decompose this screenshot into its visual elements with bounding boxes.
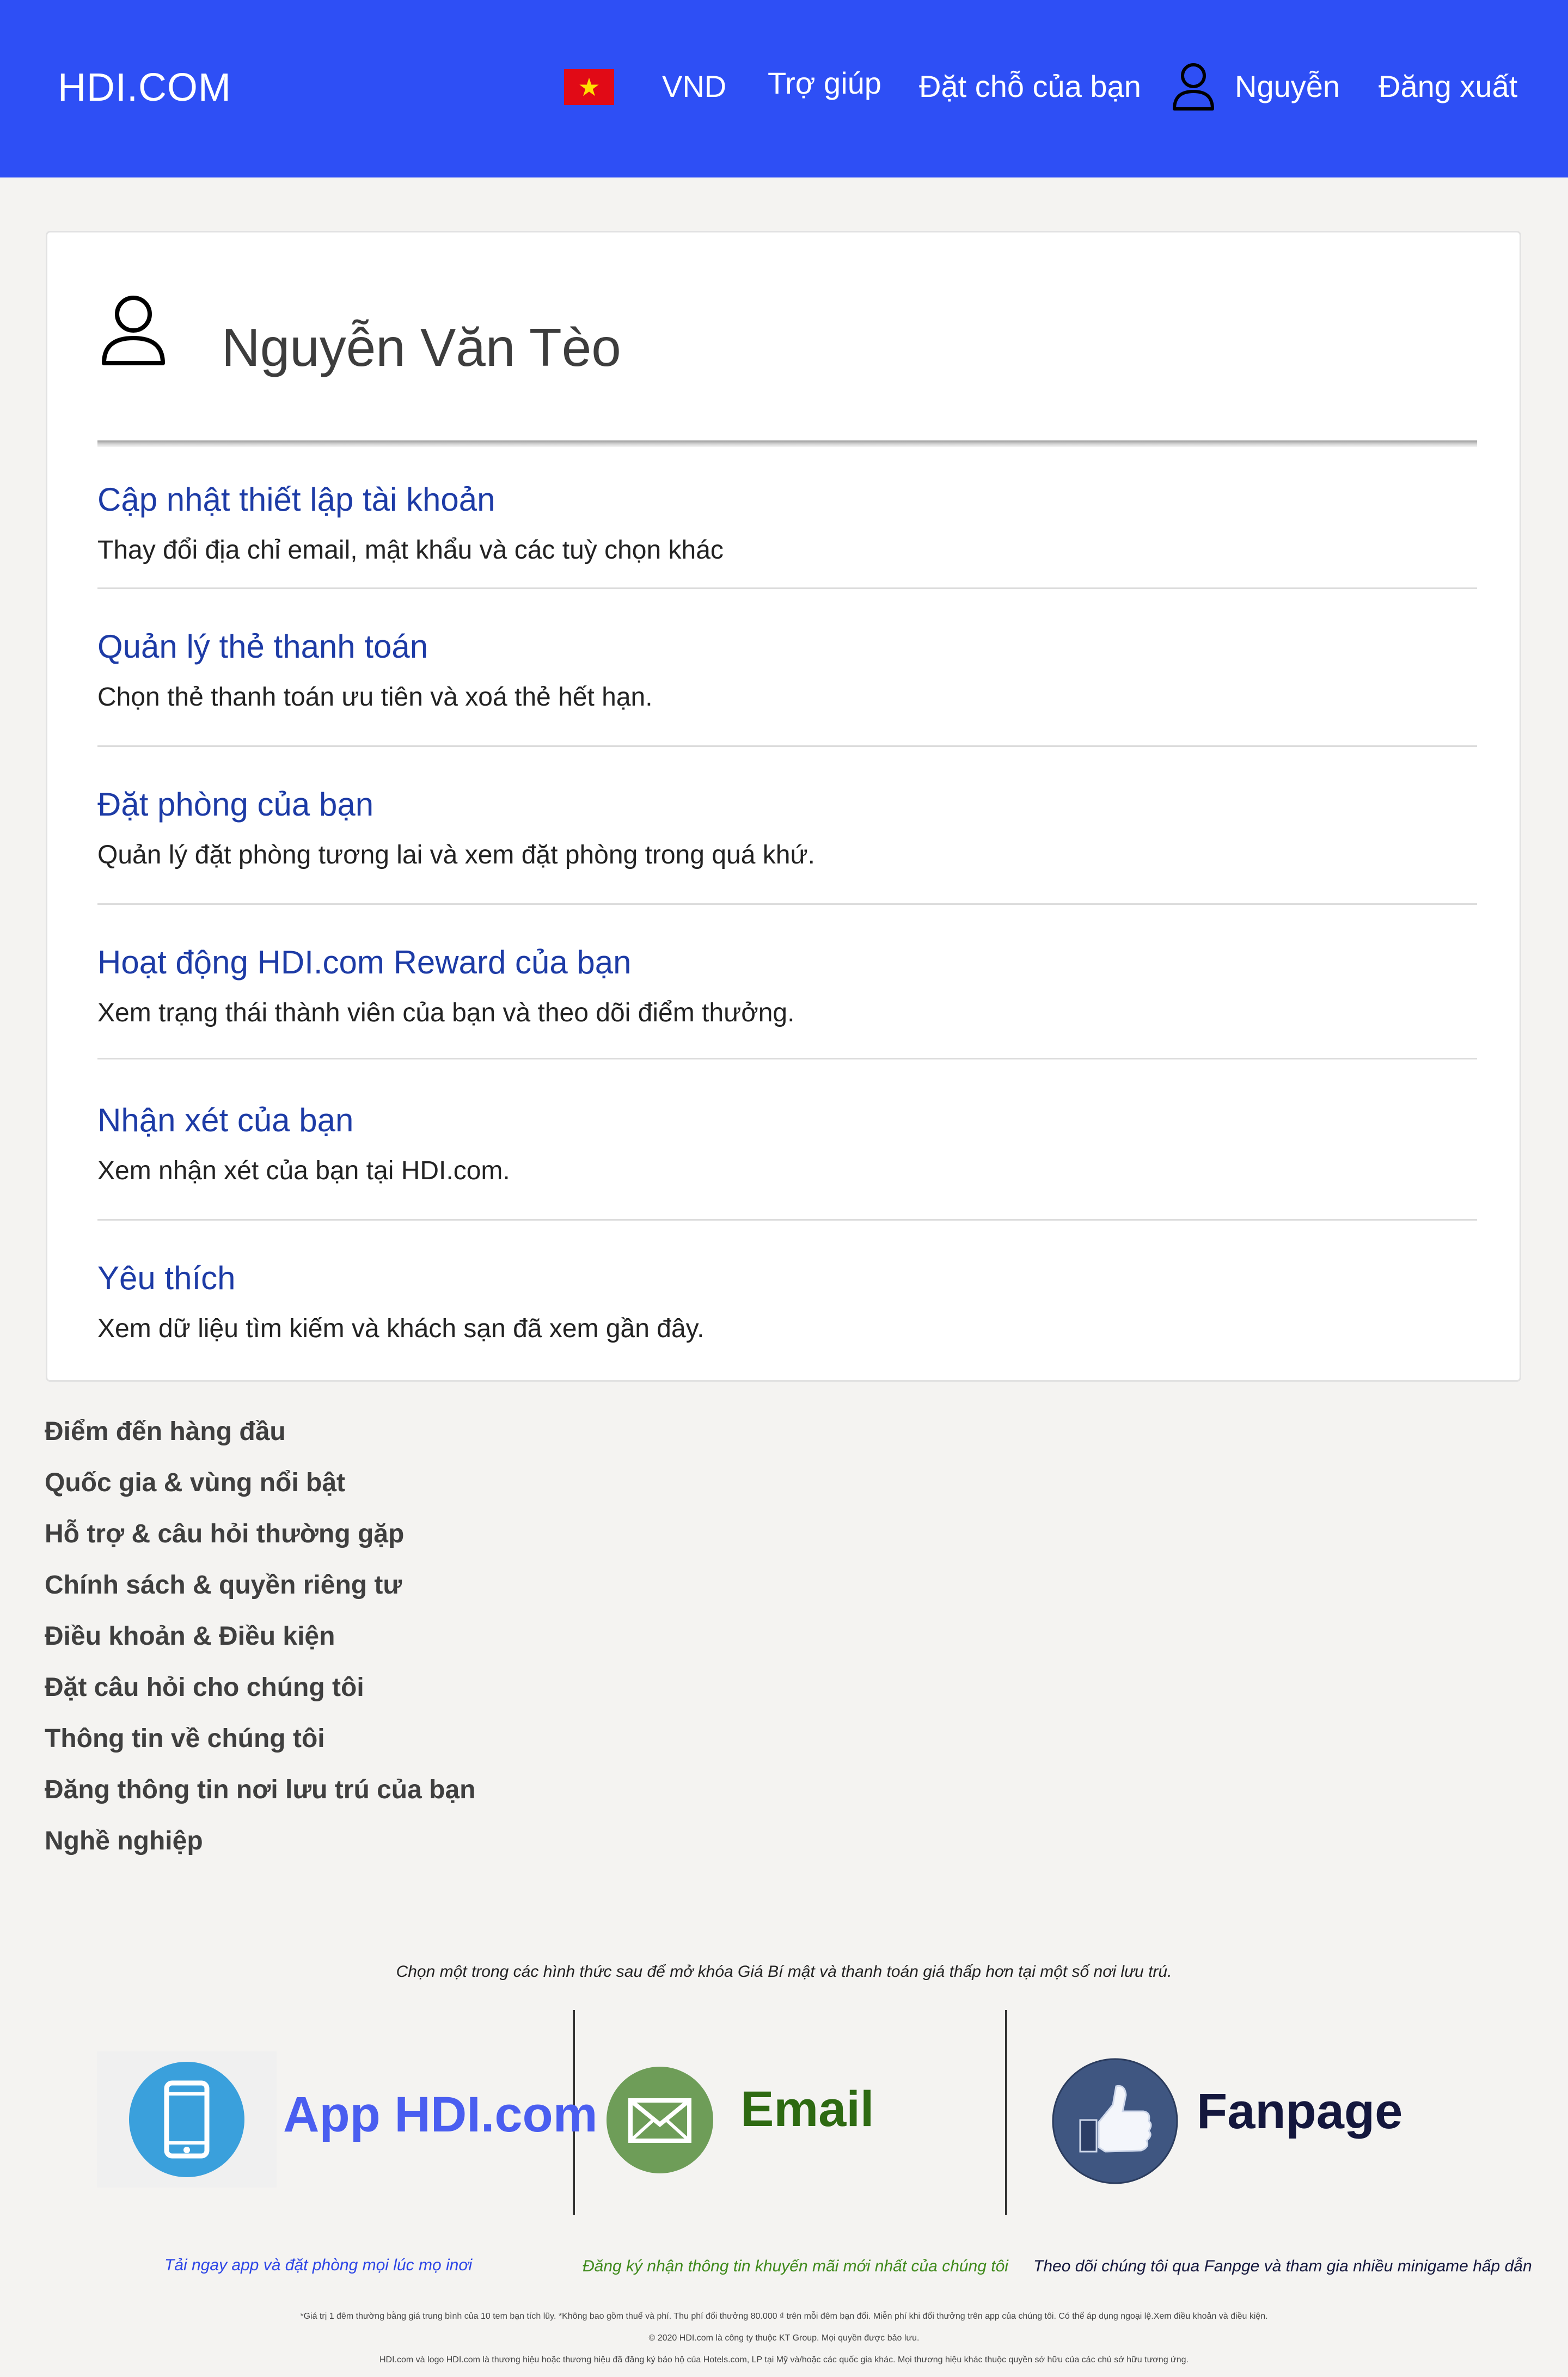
- menu-item-title[interactable]: Đặt phòng của bạn: [97, 786, 373, 823]
- menu-item-description: Quản lý đặt phòng tương lai và xem đặt p…: [97, 841, 815, 869]
- divider: [97, 903, 1477, 905]
- envelope-icon[interactable]: [605, 2066, 714, 2174]
- divider: [97, 440, 1477, 447]
- footer-link-list-property[interactable]: Đăng thông tin nơi lưu trú của bạn: [45, 1775, 475, 1805]
- footer-link-support-faq[interactable]: Hỗ trợ & câu hỏi thường gặp: [45, 1519, 404, 1549]
- help-link[interactable]: Trợ giúp: [768, 65, 881, 101]
- menu-item-description: Xem dữ liệu tìm kiếm và khách sạn đã xem…: [97, 1314, 705, 1343]
- thumbs-up-icon[interactable]: [1052, 2058, 1178, 2184]
- divider: [97, 587, 1477, 589]
- divider: [1005, 2010, 1007, 2215]
- currency-selector[interactable]: VND: [662, 69, 726, 104]
- user-account-link[interactable]: Nguyễn: [1235, 69, 1340, 104]
- footer-link-contact[interactable]: Đặt câu hỏi cho chúng tôi: [45, 1673, 364, 1702]
- menu-item-title[interactable]: Quản lý thẻ thanh toán: [97, 628, 428, 665]
- vietnam-flag-icon[interactable]: ★: [564, 69, 614, 105]
- my-bookings-link[interactable]: Đặt chỗ của bạn: [919, 69, 1141, 104]
- menu-item-title[interactable]: Cập nhật thiết lập tài khoản: [97, 481, 495, 518]
- profile-name: Nguyễn Văn Tèo: [222, 317, 621, 377]
- promo-intro-text: Chọn một trong các hình thức sau để mở k…: [396, 1963, 1172, 1981]
- app-promo-label[interactable]: App HDI.com: [283, 2086, 598, 2143]
- profile-avatar-icon: [102, 296, 165, 365]
- account-card: Nguyễn Văn Tèo Cập nhật thiết lập tài kh…: [46, 231, 1521, 1382]
- menu-item-description: Thay đổi địa chỉ email, mật khẩu và các …: [97, 536, 724, 565]
- top-navigation-bar: HDI.COM ★ VND Trợ giúp Đặt chỗ của bạn N…: [0, 0, 1568, 177]
- divider: [97, 1219, 1477, 1221]
- divider: [97, 1058, 1477, 1059]
- footer-link-about[interactable]: Thông tin về chúng tôi: [45, 1724, 325, 1754]
- menu-item-description: Xem nhận xét của bạn tại HDI.com.: [97, 1156, 510, 1185]
- menu-item-title[interactable]: Yêu thích: [97, 1259, 236, 1297]
- fanpage-promo-caption: Theo dõi chúng tôi qua Fanpge và tham gi…: [1033, 2257, 1532, 2275]
- smartphone-icon: [129, 2062, 244, 2177]
- copyright-text: © 2020 HDI.com là công ty thuộc KT Group…: [648, 2333, 920, 2343]
- footer-link-top-destinations[interactable]: Điểm đến hàng đầu: [45, 1417, 286, 1447]
- menu-item-title[interactable]: Hoạt động HDI.com Reward của bạn: [97, 944, 632, 981]
- footer-link-privacy[interactable]: Chính sách & quyền riêng tư: [45, 1570, 402, 1600]
- brand-logo[interactable]: HDI.COM: [58, 65, 231, 110]
- menu-item-description: Xem trạng thái thành viên của bạn và the…: [97, 998, 795, 1027]
- footer-link-careers[interactable]: Nghề nghiệp: [45, 1826, 203, 1856]
- flag-star: ★: [578, 73, 601, 101]
- user-icon[interactable]: [1171, 61, 1216, 113]
- fanpage-promo-label[interactable]: Fanpage: [1197, 2083, 1402, 2140]
- disclaimer-text: *Giá trị 1 đêm thường bằng giá trung bìn…: [300, 2312, 1268, 2321]
- trademark-text: HDI.com và logo HDI.com là thương hiệu h…: [379, 2355, 1189, 2364]
- menu-item-title[interactable]: Nhận xét của bạn: [97, 1101, 353, 1139]
- footer-link-terms[interactable]: Điều khoản & Điều kiện: [45, 1621, 335, 1651]
- email-promo-caption: Đăng ký nhận thông tin khuyến mãi mới nh…: [583, 2257, 1008, 2275]
- divider: [97, 745, 1477, 747]
- app-promo-caption: Tải ngay app và đặt phòng mọi lúc mọ inơ…: [164, 2256, 473, 2274]
- email-promo-label[interactable]: Email: [740, 2081, 874, 2138]
- footer-link-countries[interactable]: Quốc gia & vùng nổi bật: [45, 1468, 345, 1498]
- menu-item-description: Chọn thẻ thanh toán ưu tiên và xoá thẻ h…: [97, 683, 653, 712]
- app-promo-tile[interactable]: [97, 2051, 277, 2188]
- logout-link[interactable]: Đăng xuất: [1379, 69, 1517, 104]
